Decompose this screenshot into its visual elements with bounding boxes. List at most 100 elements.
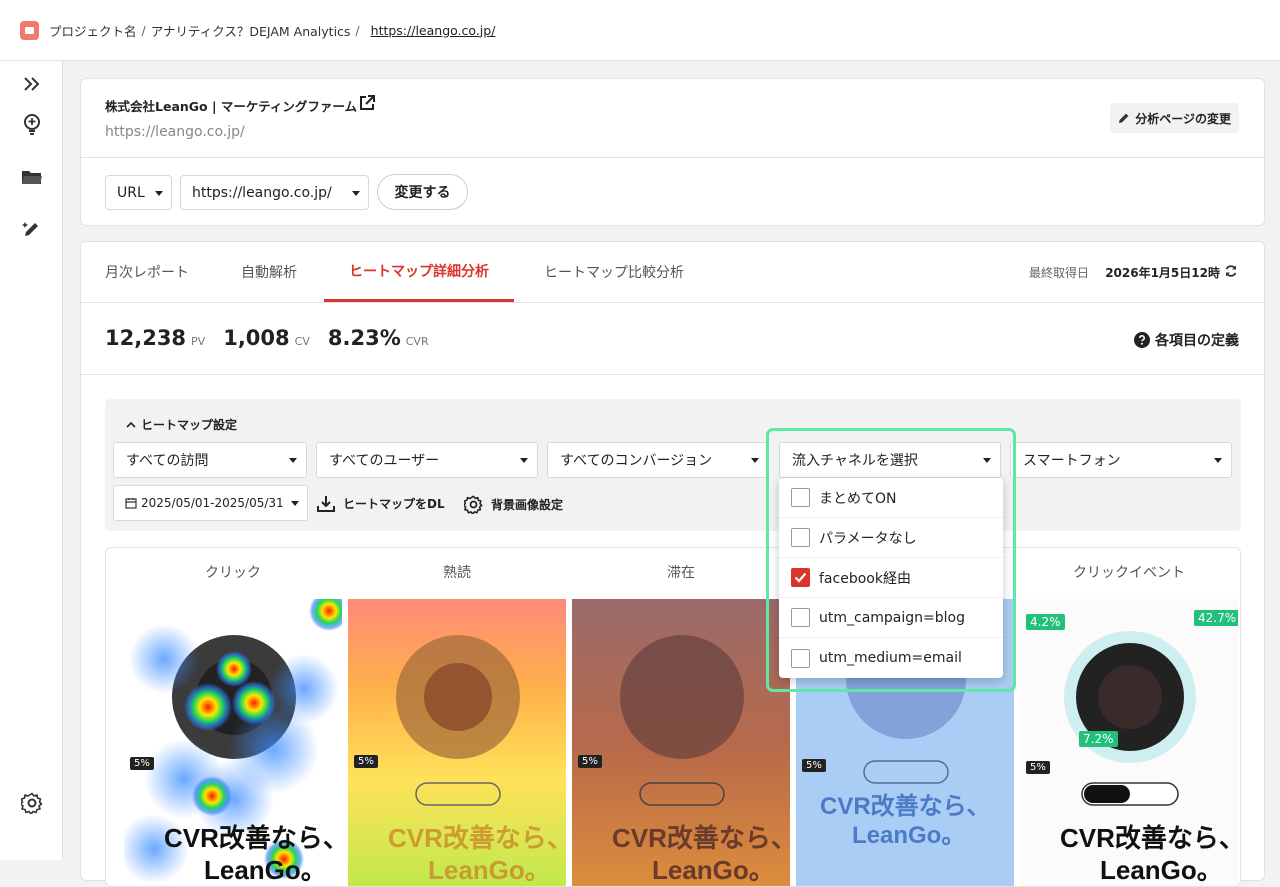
- heatmap-settings-label: ヒートマップ設定: [141, 418, 238, 432]
- conversion-filter-select[interactable]: すべてのコンバージョン: [547, 442, 769, 478]
- site-title: 株式会社LeanGo | マーケティングファーム: [105, 99, 358, 114]
- app-logo-icon[interactable]: [20, 20, 39, 40]
- channel-filter-select[interactable]: 流入チャネルを選択: [779, 442, 1001, 478]
- visit-filter-select[interactable]: すべての訪問: [113, 442, 307, 478]
- channel-option[interactable]: utm_campaign=blog: [779, 598, 1003, 638]
- divider: [81, 374, 1264, 375]
- tab-heatmap-detail[interactable]: ヒートマップ詳細分析: [324, 242, 514, 302]
- settings-gear-icon[interactable]: [20, 791, 44, 815]
- site-info-card: 株式会社LeanGo | マーケティングファーム https://leango.…: [80, 78, 1265, 226]
- channel-option-label: facebook経由: [819, 570, 911, 587]
- channel-option[interactable]: パラメータなし: [779, 518, 1003, 558]
- tab-monthly-report[interactable]: 月次レポート: [105, 242, 189, 302]
- url-type-value: URL: [117, 184, 145, 201]
- user-filter-value: すべてのユーザー: [329, 453, 440, 469]
- checkbox-unchecked[interactable]: [791, 488, 810, 507]
- channel-option-label: utm_medium=email: [819, 650, 962, 666]
- chevron-up-icon: [126, 421, 136, 428]
- checkbox-unchecked[interactable]: [791, 648, 810, 668]
- gear-icon: [464, 495, 483, 514]
- help-circle-icon: [1134, 332, 1150, 348]
- channel-option-label: パラメータなし: [819, 530, 917, 547]
- svg-text:CVR改善なら、: CVR改善なら、: [388, 823, 566, 853]
- fold-percent-badge: 5%: [130, 757, 154, 770]
- svg-text:CVR改善なら、: CVR改善なら、: [1060, 823, 1238, 853]
- heatmap-settings-toggle[interactable]: ヒートマップ設定: [126, 416, 237, 433]
- url-type-select[interactable]: URL: [105, 175, 172, 210]
- expand-sidebar-icon[interactable]: [20, 72, 44, 96]
- channel-option-label: まとめてON: [819, 490, 897, 507]
- change-url-button[interactable]: 変更する: [377, 174, 468, 210]
- cvr-unit: CVR: [405, 335, 429, 348]
- conversion-filter-value: すべてのコンバージョン: [560, 453, 713, 469]
- tab-heatmap-compare[interactable]: ヒートマップ比較分析: [544, 242, 684, 302]
- caret-down-icon: [289, 458, 297, 463]
- site-url: https://leango.co.jp/: [105, 124, 245, 140]
- column-header-reading: 熟読: [443, 565, 471, 581]
- breadcrumb-analytics[interactable]: アナリティクス？DEJAM Analytics: [151, 21, 351, 40]
- external-link-icon[interactable]: [358, 94, 376, 116]
- svg-text:CVR改善なら、: CVR改善なら、: [612, 823, 790, 853]
- visit-filter-value: すべての訪問: [126, 453, 209, 469]
- column-header-click-event: クリックイベント: [1073, 565, 1185, 581]
- svg-text:CVR改善なら、: CVR改善なら、: [820, 792, 991, 820]
- cv-unit: CV: [294, 335, 310, 348]
- svg-text:LeanGo。: LeanGo。: [852, 822, 965, 849]
- column-header-stay: 滞在: [667, 565, 695, 581]
- refresh-icon[interactable]: [1224, 263, 1238, 277]
- divider: [81, 302, 1264, 303]
- folder-icon[interactable]: [20, 165, 44, 189]
- date-range-select[interactable]: 2025/05/01-2025/05/31: [113, 485, 308, 521]
- channel-filter-value: 流入チャネルを選択: [792, 453, 918, 469]
- channel-option[interactable]: utm_medium=email: [779, 638, 1003, 678]
- url-value: https://leango.co.jp/: [192, 184, 332, 201]
- breadcrumb-project[interactable]: プロジェクト名: [49, 21, 137, 40]
- fold-percent-badge: 5%: [1026, 761, 1050, 774]
- channel-option[interactable]: まとめてON: [779, 478, 1003, 518]
- background-image-settings-button[interactable]: 背景画像設定: [464, 495, 563, 514]
- heatmap-click-event-screenshot[interactable]: CVR改善なら、 LeanGo。 4.2% 42.7% 7.2% 5%: [1020, 599, 1238, 886]
- check-icon: [794, 572, 807, 583]
- fold-percent-badge: 5%: [578, 755, 602, 768]
- checkbox-unchecked[interactable]: [791, 528, 810, 547]
- svg-text:CVR改善なら、: CVR改善なら、: [164, 823, 342, 853]
- heatmap-click-screenshot[interactable]: CVR改善なら、 LeanGo。 5%: [124, 599, 342, 886]
- checkbox-unchecked[interactable]: [791, 608, 810, 627]
- heatmap-stay-screenshot[interactable]: CVR改善なら、 LeanGo。 5%: [572, 599, 790, 886]
- pv-value: 12,238: [105, 326, 187, 350]
- caret-down-icon: [983, 458, 991, 463]
- heatmap-download-button[interactable]: ヒートマップをDL: [317, 495, 445, 512]
- click-event-rate-badge: 42.7%: [1194, 610, 1238, 626]
- heatmap-settings-panel: ヒートマップ設定 すべての訪問 すべてのユーザー すべてのコンバージョン 流入チ…: [105, 399, 1241, 531]
- device-filter-select[interactable]: スマートフォン: [1010, 442, 1232, 478]
- user-filter-select[interactable]: すべてのユーザー: [316, 442, 538, 478]
- channel-option[interactable]: facebook経由: [779, 558, 1003, 598]
- url-select[interactable]: https://leango.co.jp/: [180, 175, 369, 210]
- tab-auto-analysis[interactable]: 自動解析: [241, 242, 297, 302]
- metric-definition-label: 各項目の定義: [1155, 333, 1239, 349]
- breadcrumb-separator: /: [141, 22, 146, 38]
- click-event-rate-badge: 7.2%: [1079, 731, 1118, 747]
- caret-down-icon: [291, 501, 299, 506]
- caret-down-icon: [352, 191, 360, 196]
- heatmap-grid: クリック 熟読 滞在 離脱 クリックイベント CVR改善なら、 LeanGo。: [105, 547, 1241, 887]
- download-icon: [317, 496, 335, 512]
- metrics-row: 12,238 PV 1,008 CV 8.23% CVR: [105, 326, 447, 350]
- column-header-click: クリック: [205, 565, 261, 581]
- checkbox-checked[interactable]: [791, 568, 810, 587]
- top-bar: プロジェクト名 / アナリティクス？DEJAM Analytics / http…: [0, 0, 1280, 61]
- cv-value: 1,008: [223, 326, 290, 350]
- channel-option-label: utm_campaign=blog: [819, 609, 965, 626]
- lightbulb-icon[interactable]: [20, 113, 44, 137]
- last-fetched-value: 2026年1月5日12時: [1105, 266, 1220, 280]
- heatmap-reading-screenshot[interactable]: CVR改善なら、 LeanGo。 5%: [348, 599, 566, 886]
- change-analysis-page-button[interactable]: 分析ページの変更: [1110, 103, 1239, 133]
- breadcrumb-url-link[interactable]: https://leango.co.jp/: [371, 23, 496, 38]
- change-analysis-page-label: 分析ページの変更: [1135, 111, 1231, 126]
- last-fetched-label: 最終取得日: [1028, 266, 1089, 280]
- background-image-settings-label: 背景画像設定: [491, 498, 564, 512]
- click-event-rate-badge: 4.2%: [1026, 614, 1065, 630]
- calendar-icon: [125, 498, 137, 509]
- edit-sparkle-icon[interactable]: [20, 217, 44, 241]
- metric-definition-link[interactable]: 各項目の定義: [1134, 330, 1239, 350]
